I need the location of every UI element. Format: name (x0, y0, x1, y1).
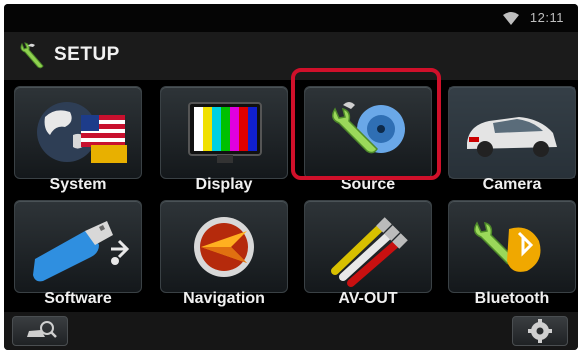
tile-label-navigation: Navigation (183, 290, 265, 307)
bluetooth-tile[interactable] (448, 200, 576, 293)
setup-screen: 12:11 SETUP System Display Source Camera… (4, 4, 578, 350)
navigation-tile[interactable] (160, 200, 288, 293)
setup-menu-grid: System Display Source Camera Software Na… (4, 68, 578, 312)
tile-label-av-out: AV-OUT (338, 290, 398, 307)
system-tile[interactable] (14, 86, 142, 179)
car-icon (449, 87, 575, 178)
wifi-icon (503, 12, 519, 25)
bluetooth-wrench-icon (474, 221, 541, 272)
tile-label-system: System (49, 176, 107, 193)
status-bar: 12:11 (4, 4, 578, 32)
settings-button[interactable] (512, 316, 568, 346)
globe-flag-icon (37, 102, 127, 163)
car-search-button[interactable] (12, 316, 68, 346)
tile-label-bluetooth: Bluetooth (474, 290, 550, 307)
source-highlight-frame (291, 68, 441, 180)
camera-tile[interactable] (448, 86, 576, 179)
tile-label-software: Software (44, 290, 112, 307)
car-search-icon (27, 321, 57, 338)
av-out-tile[interactable] (304, 200, 432, 293)
software-tile[interactable] (14, 200, 142, 293)
compass-arrow-icon (194, 217, 254, 277)
status-time: 12:11 (529, 10, 564, 25)
gear-icon (528, 319, 552, 343)
monitor-icon (188, 102, 262, 163)
usb-drive-icon (33, 221, 130, 282)
page-title: SETUP (54, 44, 120, 65)
av-cables-icon (331, 217, 408, 287)
wrench-icon (20, 42, 44, 69)
bottom-bar (4, 312, 578, 350)
display-tile[interactable] (160, 86, 288, 179)
tile-label-camera: Camera (482, 176, 542, 193)
tile-label-display: Display (195, 176, 253, 193)
